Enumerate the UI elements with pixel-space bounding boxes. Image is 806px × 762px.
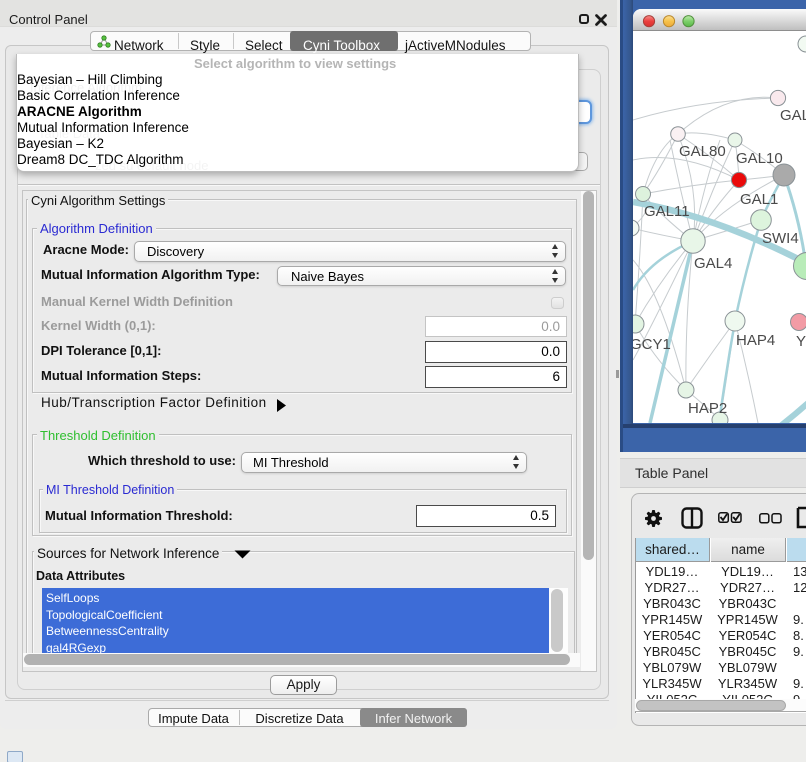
svg-text:GAL: GAL (780, 107, 806, 124)
svg-text:GCY1: GCY1 (633, 336, 671, 353)
svg-text:GAL10: GAL10 (736, 150, 783, 167)
svg-text:GAL4: GAL4 (694, 255, 732, 272)
svg-text:HAP4: HAP4 (736, 332, 775, 349)
svg-text:HAP2: HAP2 (688, 400, 727, 417)
svg-text:SWI4: SWI4 (762, 230, 799, 247)
svg-text:GAL80: GAL80 (679, 143, 726, 160)
svg-text:GAL1: GAL1 (740, 191, 778, 208)
svg-text:Y: Y (796, 333, 806, 350)
svg-text:GAL11: GAL11 (644, 203, 690, 220)
